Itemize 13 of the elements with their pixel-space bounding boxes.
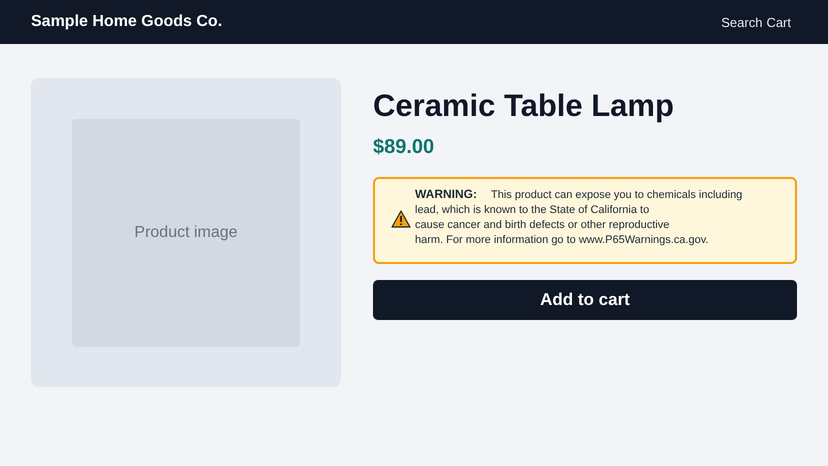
image-caption: Product image — [134, 224, 238, 242]
nav-link[interactable]: Cart — [766, 14, 791, 30]
product-price: $89.00 — [373, 136, 436, 159]
warning-text: cause cancer and birth defects or other reproductive — [415, 219, 670, 231]
product-title: Ceramic Table Lamp — [373, 88, 675, 124]
warning-label: WARNING: — [415, 187, 477, 201]
nav-link[interactable]: Search — [721, 14, 762, 30]
add-to-cart-button[interactable]: Add to cart — [373, 280, 797, 320]
warning-text: harm. For more information go to www.P65Warnings.ca.gov. — [415, 234, 708, 246]
warning-icon — [391, 210, 411, 228]
warning-text: lead, which is known to the State of California to — [415, 204, 650, 216]
warning-text: This product can expose you to chemicals including — [491, 189, 742, 201]
store-name: Sample Home Goods Co. — [31, 13, 222, 31]
